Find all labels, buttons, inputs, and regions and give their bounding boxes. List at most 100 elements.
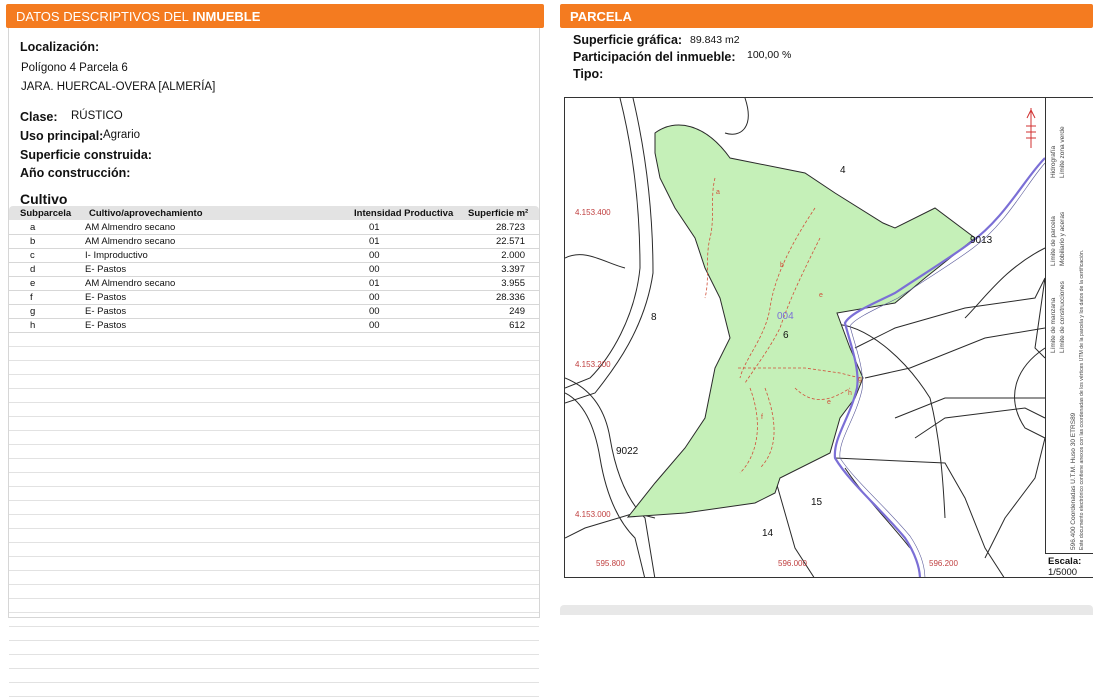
empty-table-row (9, 459, 539, 473)
coord-x2: 596.000 (778, 559, 807, 568)
empty-table-row (9, 557, 539, 571)
empty-table-row (9, 473, 539, 487)
boundary-line (1014, 347, 1046, 439)
cell-cultivo: E- Pastos (85, 292, 127, 303)
parcel-label-4: 4 (840, 165, 846, 176)
empty-table-row (9, 641, 539, 655)
cell-intensidad: 01 (369, 278, 380, 289)
table-row: h E- Pastos 00 612 (9, 319, 539, 333)
table-row: g E- Pastos 00 249 (9, 305, 539, 319)
location-line-1: Polígono 4 Parcela 6 (21, 62, 128, 74)
table-row: f E- Pastos 00 28.336 (9, 291, 539, 305)
cell-cultivo: AM Almendro secano (85, 236, 176, 247)
empty-table-row (9, 613, 539, 627)
legend-limite-parcela: Límite de parcela (1050, 216, 1057, 266)
cell-cultivo: AM Almendro secano (85, 222, 176, 233)
cell-intensidad: 00 (369, 264, 380, 275)
parcel-label-14: 14 (762, 528, 774, 539)
cell-superficie: 612 (509, 320, 525, 331)
participacion-label: Participación del inmueble: (573, 50, 736, 64)
empty-table-row (9, 669, 539, 683)
descriptive-data-banner: DATOS DESCRIPTIVOS DEL INMUEBLE (6, 4, 544, 28)
cell-intensidad: 00 (369, 292, 380, 303)
superficie-grafica-value: 89.843 m2 (690, 34, 740, 46)
cell-cultivo: I- Improductivo (85, 250, 148, 261)
cell-subparcela: g (30, 306, 36, 317)
cell-subparcela: c (30, 250, 35, 261)
empty-table-row (9, 529, 539, 543)
boundary-line (1034, 277, 1046, 359)
scale-value: 1/5000 (1048, 567, 1078, 578)
cell-subparcela: h (30, 320, 36, 331)
subparcel-label-f: f (761, 414, 763, 421)
parcel-label-9022: 9022 (616, 446, 639, 457)
cell-subparcela: f (30, 292, 33, 303)
boundary-line (964, 247, 1046, 319)
empty-table-row (9, 487, 539, 501)
cell-intensidad: 00 (369, 306, 380, 317)
legend-mobiliario: Mobiliario y aceras (1059, 211, 1066, 266)
header-cultivo: Cultivo/aprovechamiento (89, 208, 203, 219)
parcel-label-6: 6 (783, 330, 789, 341)
cell-intensidad: 01 (369, 222, 380, 233)
cadastral-map-svg (565, 98, 1046, 577)
cell-cultivo: E- Pastos (85, 306, 127, 317)
cell-intensidad: 00 (369, 320, 380, 331)
coord-y2: 4.153.200 (575, 360, 611, 369)
cell-superficie: 3.955 (501, 278, 525, 289)
parcela-banner: PARCELA (560, 4, 1093, 28)
subparcel-label-g: g (858, 376, 862, 383)
empty-table-row (9, 627, 539, 641)
parcel-code-label: 004 (777, 311, 794, 322)
empty-table-row (9, 571, 539, 585)
map-legend: Límite de manzana Límite de parcela Hidr… (1045, 98, 1093, 553)
tipo-label: Tipo: (573, 67, 604, 81)
coord-x3: 596.200 (929, 559, 958, 568)
header-subparcela: Subparcela (20, 208, 72, 219)
parcel-label-9013: 9013 (970, 235, 993, 246)
cultivo-title: Cultivo (20, 191, 68, 207)
legend-note-electronic: Este documento electrónico contiene anex… (1079, 249, 1085, 550)
empty-table-row (9, 655, 539, 669)
cell-subparcela: b (30, 236, 36, 247)
clase-label: Clase: (20, 110, 58, 124)
empty-table-row (9, 501, 539, 515)
table-row: e AM Almendro secano 01 3.955 (9, 277, 539, 291)
clase-value: RÚSTICO (71, 110, 123, 122)
empty-table-row (9, 347, 539, 361)
superficie-construida-label: Superficie construida: (20, 148, 152, 162)
empty-table-row (9, 683, 539, 697)
empty-table-row (9, 599, 539, 613)
cell-cultivo: E- Pastos (85, 264, 127, 275)
table-row: a AM Almendro secano 01 28.723 (9, 221, 539, 235)
cell-subparcela: e (30, 278, 36, 289)
parcel-6-area[interactable] (626, 124, 976, 518)
empty-table-row (9, 333, 539, 347)
table-row: b AM Almendro secano 01 22.571 (9, 235, 539, 249)
cell-superficie: 249 (509, 306, 525, 317)
cell-cultivo: E- Pastos (85, 320, 127, 331)
legend-limite-construcciones: Límite de construcciones (1059, 281, 1066, 353)
empty-table-row (9, 543, 539, 557)
subparcel-label-e2: e (827, 399, 831, 406)
boundary-line (565, 377, 656, 577)
empty-table-row (9, 403, 539, 417)
empty-table-row (9, 389, 539, 403)
parcel-label-15: 15 (811, 497, 823, 508)
boundary-line (565, 392, 646, 577)
table-row: d E- Pastos 00 3.397 (9, 263, 539, 277)
cadastral-map[interactable]: 4 8 6 004 15 14 9013 9022 a b e e f g h … (564, 97, 1093, 578)
banner-title-part1: DATOS DESCRIPTIVOS DEL (16, 9, 189, 24)
boundary-line (834, 457, 1005, 577)
empty-table-row (9, 585, 539, 599)
boundary-line (984, 437, 1046, 559)
empty-table-row (9, 417, 539, 431)
subparcel-label-a: a (716, 189, 720, 196)
cell-subparcela: a (30, 222, 36, 233)
uso-value: Agrario (103, 129, 141, 141)
empty-table-row (9, 515, 539, 529)
boundary-line (724, 98, 749, 135)
north-arrow-icon (1026, 108, 1036, 148)
boundary-line (914, 407, 1046, 439)
legend-note-coords: 596.400 Coordenadas U.T.M. Huso 30 ETRS8… (1070, 412, 1077, 550)
